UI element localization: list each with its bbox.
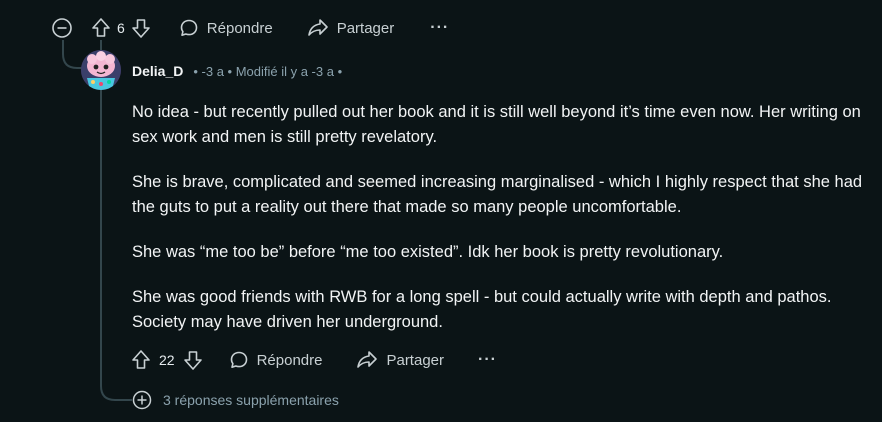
reply-button[interactable]: Répondre [229,350,323,370]
comment-header: Delia_D • -3 a • Modifié il y a -3 a • [132,63,342,79]
thread-line-main [100,40,102,385]
downvote-icon [131,19,150,38]
reply-label: Répondre [256,351,323,369]
share-label: Partager [386,351,445,369]
downvote-button[interactable] [183,349,203,371]
vote-count: 22 [159,352,175,368]
avatar-icon [81,50,121,90]
more-options-button[interactable]: ··· [478,351,497,369]
more-options-icon: ··· [430,19,450,36]
share-icon [307,19,328,36]
more-replies-label: 3 réponses supplémentaires [163,392,339,408]
parent-more-options-button[interactable]: ··· [430,19,449,37]
parent-action-row: 6 Répondre Partager ··· [50,16,449,40]
comment-paragraph: She was good friends with RWB for a long… [132,288,832,331]
reply-bubble-icon [230,351,247,368]
parent-reply-button[interactable]: Répondre [179,18,273,38]
more-options-icon: ··· [478,351,497,368]
more-replies-button[interactable]: 3 réponses supplémentaires [131,389,339,411]
parent-downvote-button[interactable] [131,17,151,39]
thread-curve-to-more-replies [100,380,132,401]
comment-meta: • -3 a • Modifié il y a -3 a • [193,63,343,79]
share-icon [357,351,378,368]
reply-label: Répondre [206,19,273,37]
comment-paragraph: She is brave, complicated and seemed inc… [132,173,863,216]
upvote-icon [92,18,110,37]
upvote-button[interactable] [131,349,151,371]
upvote-icon [132,350,150,369]
plus-circle-icon [132,390,152,410]
avatar[interactable] [81,50,121,90]
parent-vote-count: 6 [117,20,125,36]
comment-paragraph: No idea - but recently pulled out her bo… [132,103,861,146]
reply-bubble-icon [180,19,198,36]
comment-body: No idea - but recently pulled out her bo… [132,100,872,355]
share-label: Partager [336,19,395,37]
downvote-icon [183,351,202,370]
comment-paragraph: She was “me too be” before “me too exist… [132,243,724,261]
parent-share-button[interactable]: Partager [307,18,395,38]
collapse-button[interactable] [50,16,74,40]
share-button[interactable]: Partager [356,350,444,370]
author-username[interactable]: Delia_D [132,63,183,79]
comment-action-row: 22 Répondre Partager ··· [131,348,497,372]
parent-upvote-button[interactable] [91,17,111,39]
collapse-icon [52,18,72,38]
